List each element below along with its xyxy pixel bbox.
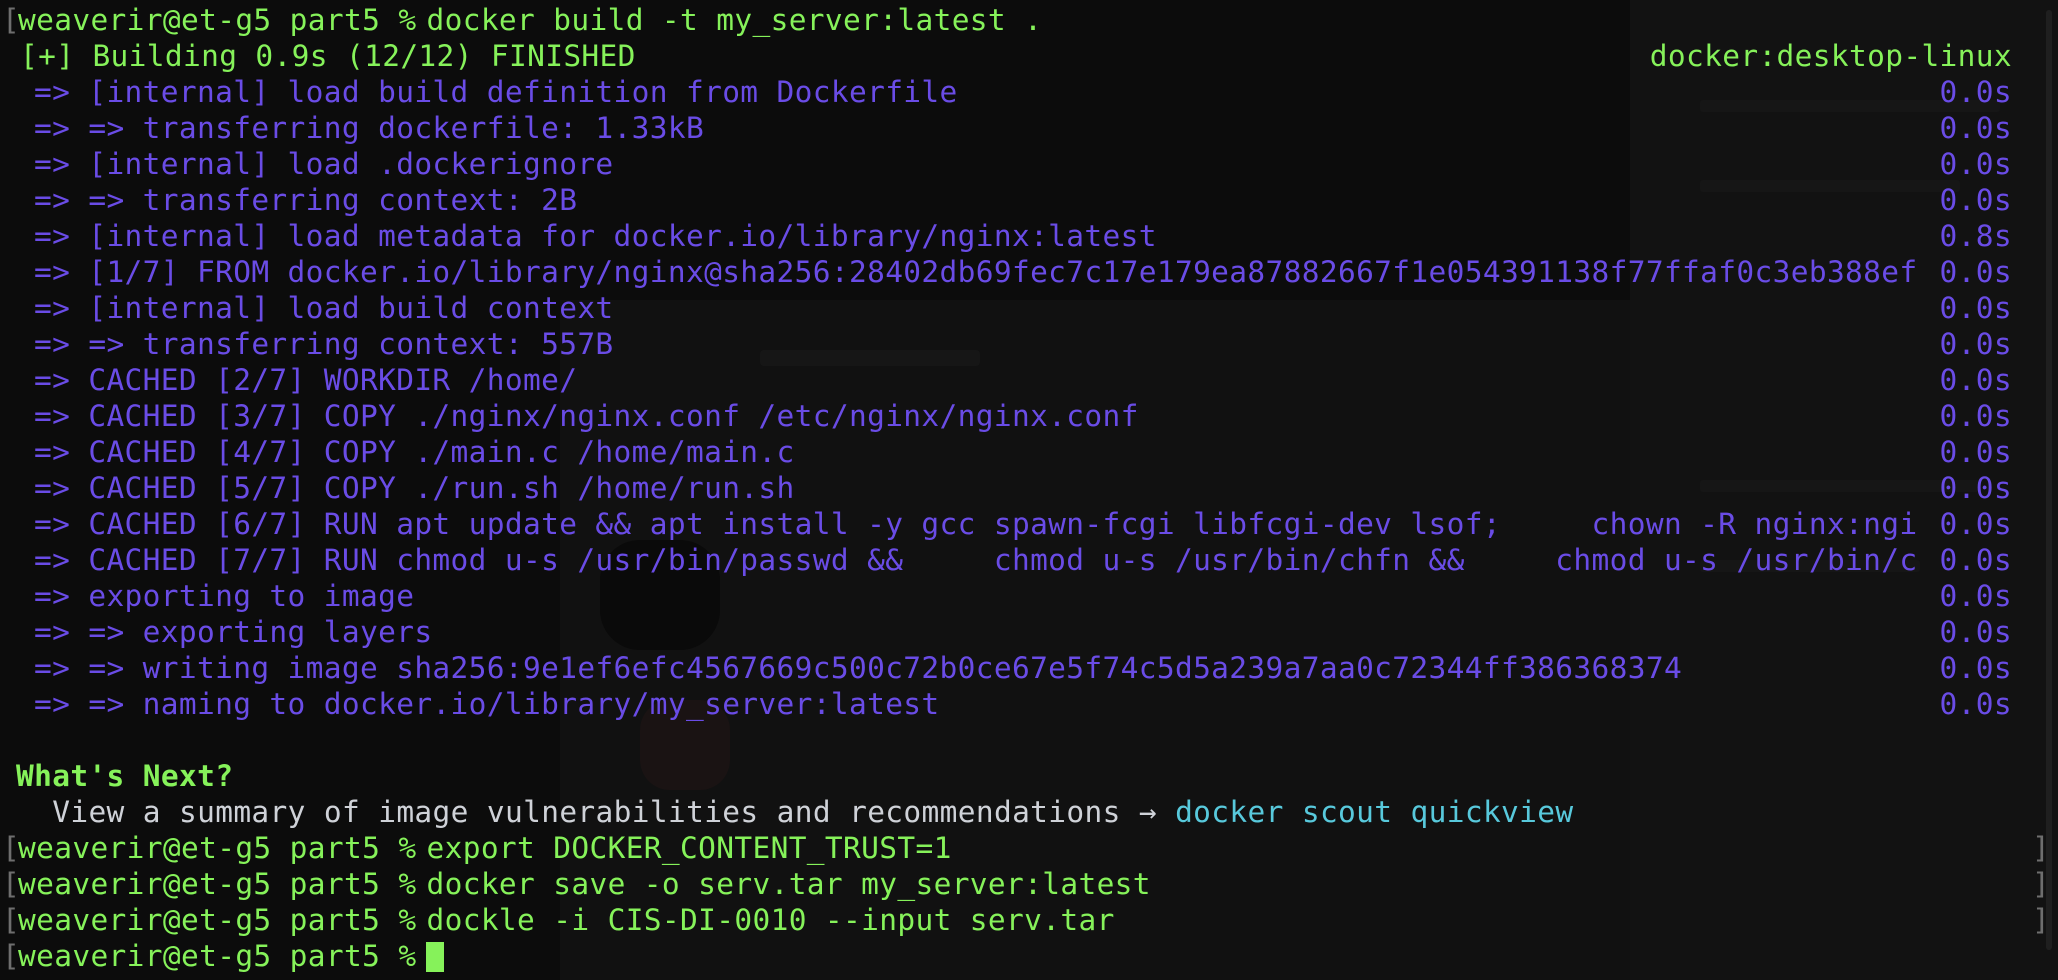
build-step-time: 0.0s — [1939, 147, 2012, 181]
command-line: [weaverir@et-g5 part5 % docker build -t m… — [0, 2, 2058, 38]
build-step-time: 0.0s — [1939, 111, 2012, 145]
shell-prompt: weaverir@et-g5 part5 % — [18, 903, 417, 937]
builder-name: docker:desktop-linux — [1649, 39, 2012, 73]
build-step-text: => CACHED [6/7] RUN apt update && apt in… — [34, 507, 1918, 541]
build-step: => [internal] load build context 0.0s — [0, 290, 2058, 326]
build-step: => [1/7] FROM docker.io/library/nginx@sh… — [0, 254, 2058, 290]
build-step-time: 0.0s — [1939, 687, 2012, 721]
build-status-text: [+] Building 0.9s (12/12) FINISHED — [20, 39, 636, 73]
build-step-time: 0.0s — [1939, 75, 2012, 109]
build-step: => => transferring dockerfile: 1.33kB 0.0… — [0, 110, 2058, 146]
build-step-time: 0.0s — [1939, 471, 2012, 505]
build-step: => [internal] load build definition from… — [0, 74, 2058, 110]
active-prompt-line: [weaverir@et-g5 part5 % — [0, 938, 2058, 974]
build-step: => => exporting layers 0.0s — [0, 614, 2058, 650]
build-step: => => naming to docker.io/library/my_ser… — [0, 686, 2058, 722]
build-step-time: 0.0s — [1939, 327, 2012, 361]
build-step-text: => CACHED [3/7] COPY ./nginx/nginx.conf … — [34, 399, 1139, 433]
build-step-text: => [internal] load .dockerignore — [34, 147, 614, 181]
build-step-text: => => transferring dockerfile: 1.33kB — [34, 111, 705, 145]
shell-prompt: weaverir@et-g5 part5 % — [18, 939, 417, 973]
whats-next-description: View a summary of image vulnerabilities … — [16, 795, 1176, 829]
build-status-header: [+] Building 0.9s (12/12) FINISHED docker… — [0, 38, 2058, 74]
build-step-time: 0.0s — [1939, 435, 2012, 469]
text-cursor[interactable] — [426, 942, 445, 972]
build-step-text: => CACHED [2/7] WORKDIR /home/ — [34, 363, 578, 397]
build-step-text: => [internal] load build context — [34, 291, 614, 325]
whats-next-heading: What's Next? — [0, 758, 2058, 794]
build-step-text: => => naming to docker.io/library/my_ser… — [34, 687, 940, 721]
build-step-text: => => transferring context: 2B — [34, 183, 578, 217]
shell-prompt: weaverir@et-g5 part5 % — [18, 867, 417, 901]
build-step-text: => => exporting layers — [34, 615, 433, 649]
whats-next-item: View a summary of image vulnerabilities … — [0, 794, 2058, 830]
build-step: => => writing image sha256:9e1ef6efc4567… — [0, 650, 2058, 686]
build-step-time: 0.0s — [1939, 183, 2012, 217]
command-line: [weaverir@et-g5 part5 % export DOCKER_CON… — [0, 830, 2058, 866]
build-step: => CACHED [2/7] WORKDIR /home/0.0s — [0, 362, 2058, 398]
build-step-time: 0.0s — [1939, 543, 2012, 577]
build-step: => CACHED [5/7] COPY ./run.sh /home/run.… — [0, 470, 2058, 506]
build-step: => [internal] load .dockerignore 0.0s — [0, 146, 2058, 182]
build-step-time: 0.0s — [1939, 579, 2012, 613]
build-step: => CACHED [7/7] RUN chmod u-s /usr/bin/p… — [0, 542, 2058, 578]
build-step-time: 0.0s — [1939, 651, 2012, 685]
build-step: => => transferring context: 2B 0.0s — [0, 182, 2058, 218]
build-step-time: 0.0s — [1939, 507, 2012, 541]
build-step: => CACHED [4/7] COPY ./main.c /home/main… — [0, 434, 2058, 470]
build-step-text: => CACHED [5/7] COPY ./run.sh /home/run.… — [34, 471, 795, 505]
command-text: docker build -t my_server:latest . — [426, 3, 1043, 37]
command-text: export DOCKER_CONTENT_TRUST=1 — [426, 831, 952, 865]
command-text: dockle -i CIS-DI-0010 --input serv.tar — [426, 903, 1115, 937]
build-step: => CACHED [3/7] COPY ./nginx/nginx.conf … — [0, 398, 2058, 434]
build-step-text: => => writing image sha256:9e1ef6efc4567… — [34, 651, 1683, 685]
build-step-text: => [internal] load metadata for docker.i… — [34, 219, 1157, 253]
terminal-scrollbar[interactable] — [2046, 10, 2052, 950]
build-step-text: => [internal] load build definition from… — [34, 75, 958, 109]
build-step-time: 0.0s — [1939, 615, 2012, 649]
build-step: => CACHED [6/7] RUN apt update && apt in… — [0, 506, 2058, 542]
build-step-text: => CACHED [4/7] COPY ./main.c /home/main… — [34, 435, 795, 469]
command-text: docker save -o serv.tar my_server:latest — [426, 867, 1151, 901]
build-step-time: 0.0s — [1939, 255, 2012, 289]
command-line: [weaverir@et-g5 part5 % dockle -i CIS-DI-… — [0, 902, 2058, 938]
build-step-time: 0.0s — [1939, 291, 2012, 325]
build-step: => => transferring context: 557B 0.0s — [0, 326, 2058, 362]
build-step: => exporting to image 0.0s — [0, 578, 2058, 614]
build-step-time: 0.0s — [1939, 363, 2012, 397]
terminal-output: [weaverir@et-g5 part5 % docker build -t m… — [0, 2, 2058, 974]
build-step-text: => exporting to image — [34, 579, 415, 613]
build-step-text: => => transferring context: 557B — [34, 327, 614, 361]
build-step-text: => CACHED [7/7] RUN chmod u-s /usr/bin/p… — [34, 543, 1918, 577]
build-step: => [internal] load metadata for docker.i… — [0, 218, 2058, 254]
build-step-text: => [1/7] FROM docker.io/library/nginx@sh… — [34, 255, 1918, 289]
command-line: [weaverir@et-g5 part5 % docker save -o se… — [0, 866, 2058, 902]
build-step-time: 0.0s — [1939, 399, 2012, 433]
docker-scout-quickview-link[interactable]: docker scout quickview — [1175, 794, 1573, 830]
whats-next-title: What's Next? — [16, 759, 234, 793]
build-step-time: 0.8s — [1939, 219, 2012, 253]
shell-prompt: weaverir@et-g5 part5 % — [18, 831, 417, 865]
terminal-window[interactable]: [weaverir@et-g5 part5 % docker build -t m… — [0, 0, 2058, 980]
shell-prompt: weaverir@et-g5 part5 % — [18, 3, 417, 37]
